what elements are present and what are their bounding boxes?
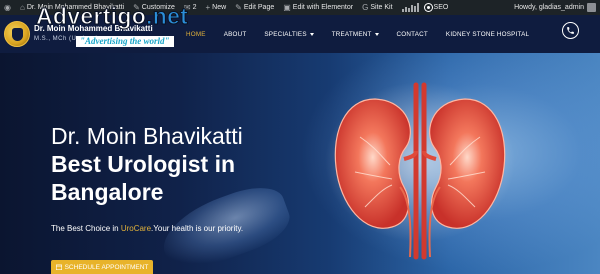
hero-title-line3: Bangalore (51, 179, 164, 205)
admin-seo-link[interactable]: SEO (424, 4, 448, 11)
main-nav: HOME ABOUT SPECIALTIES TREATMENT CONTACT… (177, 15, 538, 53)
nav-kidney-stone-hospital[interactable]: KIDNEY STONE HOSPITAL (437, 31, 538, 38)
home-icon: ⌂ (19, 3, 25, 12)
plus-icon: + (205, 3, 211, 12)
calendar-icon (55, 264, 62, 270)
hero-title-line2: Best Urologist in (51, 151, 236, 177)
phone-button[interactable] (562, 22, 579, 39)
admin-account-link[interactable]: Howdy, gladias_admin (514, 3, 596, 12)
google-icon: G (362, 3, 369, 12)
wordpress-icon[interactable]: ◉ (4, 3, 11, 12)
elementor-icon: ▣ (283, 3, 291, 12)
phone-icon (567, 27, 574, 34)
admin-new-link[interactable]: + New (205, 3, 226, 12)
nav-treatment[interactable]: TREATMENT (323, 31, 388, 38)
nav-home[interactable]: HOME (177, 31, 215, 38)
kidney-illustration (325, 82, 515, 260)
avatar (587, 3, 596, 12)
site-logo[interactable] (4, 21, 30, 47)
hero-tagline: The Best Choice in UroCare.Your health i… (51, 224, 244, 233)
nav-contact[interactable]: CONTACT (388, 31, 437, 38)
seo-icon (424, 4, 432, 11)
schedule-appointment-button[interactable]: SCHEDULE APPOINTMENT (51, 260, 153, 274)
logo-emblem-icon (12, 28, 23, 41)
nav-about[interactable]: ABOUT (215, 31, 256, 38)
nav-specialties[interactable]: SPECIALTIES (255, 31, 322, 38)
admin-elementor-link[interactable]: ▣ Edit with Elementor (283, 3, 353, 12)
admin-sitekit-link[interactable]: G Site Kit (362, 3, 392, 12)
pencil-icon: ✎ (235, 3, 242, 12)
chevron-down-icon (309, 32, 314, 36)
watermark-logo: Advertigo.net (35, 3, 189, 30)
watermark-tagline: "Advertising the world" (76, 36, 174, 47)
admin-edit-page-link[interactable]: ✎ Edit Page (235, 3, 274, 12)
hero-title-line1: Dr. Moin Bhavikatti (51, 123, 243, 149)
hero-banner: Dr. Moin Bhavikatti Best Urologist in Ba… (0, 53, 600, 274)
chevron-down-icon (374, 32, 379, 36)
stats-bars-icon[interactable] (401, 3, 419, 12)
